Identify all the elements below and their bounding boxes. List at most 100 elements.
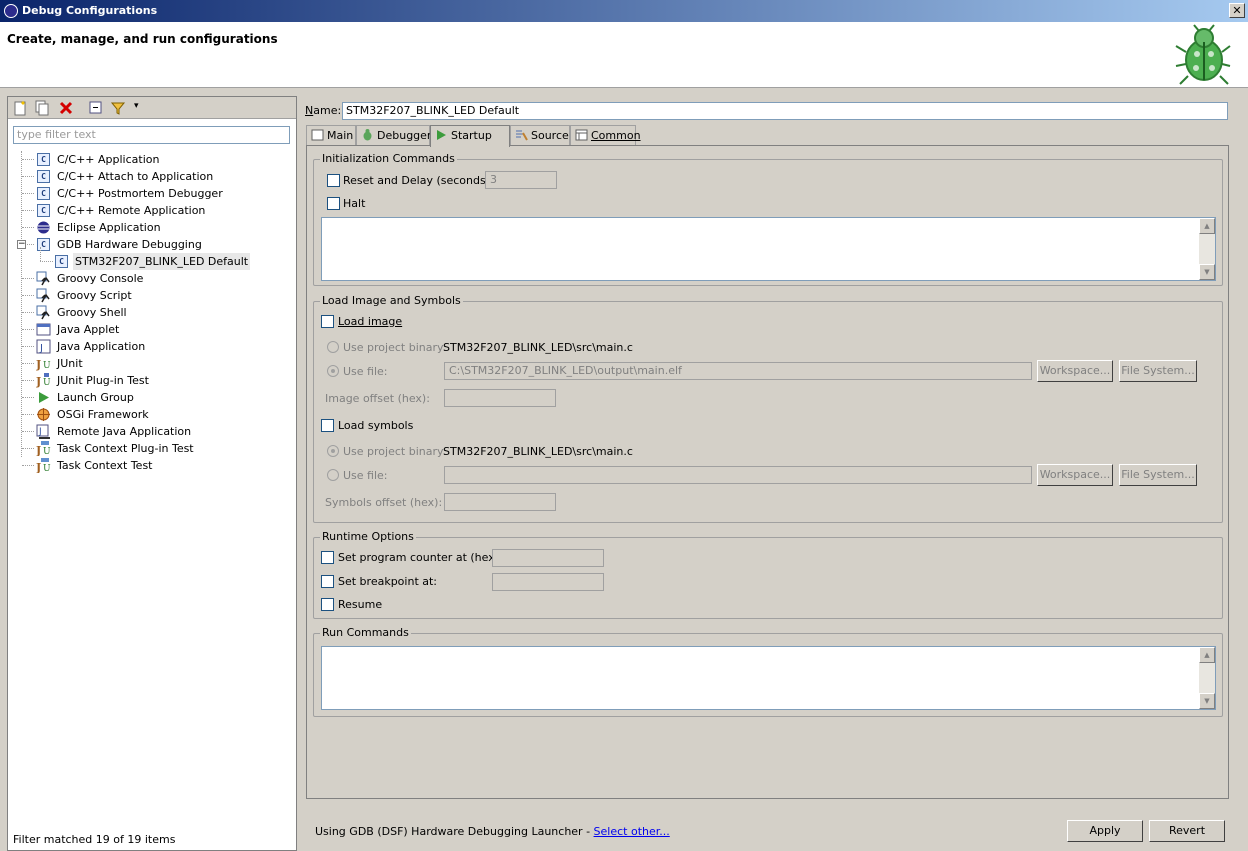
group-title: Run Commands xyxy=(320,626,411,639)
image-use-file-radio[interactable] xyxy=(327,365,339,377)
revert-button[interactable]: Revert xyxy=(1149,820,1225,842)
tree-guide-line xyxy=(22,346,34,347)
tree-guide-line xyxy=(22,210,34,211)
delete-icon[interactable] xyxy=(58,100,74,116)
close-button[interactable]: ✕ xyxy=(1229,3,1245,18)
vertical-scrollbar[interactable]: ▲ ▼ xyxy=(1199,218,1215,280)
image-filesystem-button[interactable]: File System... xyxy=(1119,360,1197,382)
tree-item-label: JUnit xyxy=(57,357,83,370)
image-workspace-button[interactable]: Workspace... xyxy=(1037,360,1113,382)
tree-guide-line xyxy=(22,176,34,177)
task-junit-icon: JU xyxy=(35,458,51,474)
tree-guide-line xyxy=(22,227,34,228)
load-symbols-label: Load symbols xyxy=(338,419,414,432)
title-bar: Debug Configurations ✕ xyxy=(0,0,1248,22)
duplicate-icon[interactable] xyxy=(34,100,50,116)
c-config-icon: C xyxy=(36,169,51,184)
halt-checkbox[interactable] xyxy=(327,197,340,210)
reset-delay-checkbox[interactable] xyxy=(327,174,340,187)
tab-startup[interactable]: Startup xyxy=(430,125,510,147)
set-pc-checkbox[interactable] xyxy=(321,551,334,564)
tree-item-label: Eclipse Application xyxy=(57,221,161,234)
c-config-icon: C xyxy=(36,152,51,167)
view-menu-chevron-icon[interactable]: ▾ xyxy=(134,101,139,111)
collapse-all-icon[interactable] xyxy=(88,100,104,116)
scroll-down-icon[interactable]: ▼ xyxy=(1199,693,1215,709)
set-breakpoint-label: Set breakpoint at: xyxy=(338,575,438,588)
tab-source[interactable]: Source xyxy=(510,125,570,146)
load-symbols-checkbox[interactable] xyxy=(321,419,334,432)
tree-item-label: Groovy Console xyxy=(57,272,144,285)
tab-main[interactable]: Main xyxy=(306,125,356,146)
use-file-label: Use file: xyxy=(343,469,388,482)
osgi-icon xyxy=(36,407,51,422)
svg-text:U: U xyxy=(43,464,51,473)
reset-delay-label: Reset and Delay (seconds): xyxy=(343,174,494,187)
tree-item-label: Task Context Test xyxy=(57,459,153,472)
image-file-input[interactable]: C:\STM32F207_BLINK_LED\output\main.elf xyxy=(444,362,1032,380)
scroll-up-icon[interactable]: ▲ xyxy=(1199,647,1215,663)
tree-guide-line xyxy=(22,329,34,330)
apply-button[interactable]: Apply xyxy=(1067,820,1143,842)
bug-tab-icon xyxy=(363,129,372,141)
c-config-icon: C xyxy=(36,186,51,201)
c-config-icon: C xyxy=(36,237,51,252)
tree-item-label: Java Application xyxy=(57,340,146,353)
image-use-project-binary-radio[interactable] xyxy=(327,341,339,353)
tree-guide-line xyxy=(22,465,34,466)
set-breakpoint-input[interactable] xyxy=(492,573,604,591)
select-other-link[interactable]: Select other... xyxy=(594,825,670,838)
image-project-binary-value: STM32F207_BLINK_LED\src\main.c xyxy=(443,341,633,354)
reset-delay-input[interactable]: 3 xyxy=(485,171,557,189)
common-tab-icon xyxy=(575,129,588,141)
use-file-label: Use file: xyxy=(343,365,388,378)
resume-checkbox[interactable] xyxy=(321,598,334,611)
tree-item-label: C/C++ Postmortem Debugger xyxy=(57,187,223,200)
symbols-workspace-button[interactable]: Workspace... xyxy=(1037,464,1113,486)
image-offset-label: Image offset (hex): xyxy=(325,392,430,405)
symbols-use-file-radio[interactable] xyxy=(327,469,339,481)
set-breakpoint-checkbox[interactable] xyxy=(321,575,334,588)
filter-icon[interactable] xyxy=(110,100,126,116)
collapse-toggle-icon[interactable]: − xyxy=(17,240,26,249)
name-label: Name: xyxy=(305,104,342,117)
filter-input[interactable]: type filter text xyxy=(13,126,290,144)
symbols-use-project-binary-radio[interactable] xyxy=(327,445,339,457)
scroll-down-icon[interactable]: ▼ xyxy=(1199,264,1215,280)
svg-text:J: J xyxy=(38,427,42,437)
group-title: Load Image and Symbols xyxy=(320,294,463,307)
applet-icon xyxy=(36,322,51,337)
pane-splitter[interactable] xyxy=(298,96,302,851)
groovy-icon xyxy=(36,288,51,303)
symbols-filesystem-button[interactable]: File System... xyxy=(1119,464,1197,486)
svg-text:U: U xyxy=(43,447,51,456)
new-config-icon[interactable] xyxy=(12,100,28,116)
load-image-checkbox[interactable] xyxy=(321,315,334,328)
symbols-offset-input[interactable] xyxy=(444,493,556,511)
image-offset-input[interactable] xyxy=(444,389,556,407)
symbols-file-input[interactable] xyxy=(444,466,1032,484)
use-project-binary-label: Use project binary: xyxy=(343,445,447,458)
run-commands-textarea[interactable]: ▲ ▼ xyxy=(321,646,1216,710)
scroll-up-icon[interactable]: ▲ xyxy=(1199,218,1215,234)
svg-text:J: J xyxy=(36,461,41,473)
load-image-label: Load image xyxy=(338,315,403,328)
init-commands-textarea[interactable]: ▲ ▼ xyxy=(321,217,1216,281)
use-project-binary-label: Use project binary: xyxy=(343,341,447,354)
tree-item-label: Groovy Shell xyxy=(57,306,127,319)
halt-label: Halt xyxy=(343,197,366,210)
tree-item-label: OSGi Framework xyxy=(57,408,149,421)
run-commands-group: Run Commands ▲ ▼ xyxy=(313,626,1223,717)
tab-debugger[interactable]: Debugger xyxy=(356,125,431,146)
c-config-icon: C xyxy=(36,203,51,218)
symbols-project-binary-value: STM32F207_BLINK_LED\src\main.c xyxy=(443,445,633,458)
tree-guide-line xyxy=(40,247,41,261)
set-pc-input[interactable] xyxy=(492,549,604,567)
vertical-scrollbar[interactable]: ▲ ▼ xyxy=(1199,647,1215,709)
tree-guide-line xyxy=(22,414,34,415)
tab-common[interactable]: Common xyxy=(570,125,641,146)
name-input[interactable]: STM32F207_BLINK_LED Default xyxy=(342,102,1228,120)
run-tab-icon xyxy=(437,130,446,140)
tree-item-label: Task Context Plug-in Test xyxy=(57,442,194,455)
group-title: Initialization Commands xyxy=(320,152,457,165)
